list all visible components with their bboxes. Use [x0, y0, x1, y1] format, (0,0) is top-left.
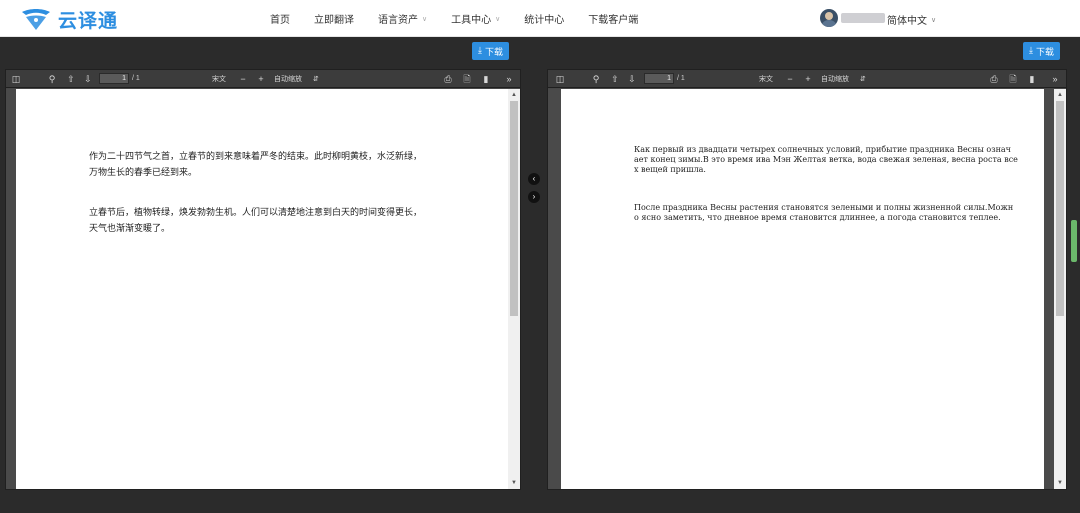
sidebar-toggle-icon[interactable]: ◫ — [10, 73, 22, 85]
save-icon[interactable]: 🗎 — [461, 73, 473, 85]
save-icon[interactable]: 🗎 — [1007, 73, 1019, 85]
text-line: 天气也渐渐变暖了。 — [89, 224, 171, 234]
nav-label: 统计中心 — [524, 15, 565, 26]
top-navbar: 云译通 首页 立即翻译 语言资产 ∨ 工具中心 ∨ 统计中心 下载客户端 简体中文 … — [0, 0, 1080, 37]
document-area: 作为二十四节气之首，立春节的到来意味着严冬的结束。此时柳明黄枝，水泛新绿， 万物… — [6, 89, 508, 489]
username-redacted — [841, 13, 885, 23]
scroll-thumb[interactable] — [1056, 101, 1064, 316]
nav-label: 工具中心 — [451, 15, 492, 26]
chevron-right-icon[interactable]: › — [528, 191, 540, 203]
download-button[interactable]: ⤓ 下载 — [1023, 42, 1060, 60]
text-line: Как первый из двадцати четырех солнечных… — [634, 145, 1011, 154]
text-line: х вещей пришла. — [634, 165, 706, 174]
zoom-caret-icon: ⇵ — [860, 75, 866, 83]
chevron-down-icon: ∨ — [422, 14, 428, 23]
download-label: 下载 — [1035, 47, 1054, 58]
paragraph: После праздника Весны растения становятс… — [634, 203, 1013, 223]
language-label: 简体中文 — [887, 16, 927, 27]
chevron-down-icon: ∨ — [495, 14, 501, 23]
zoom-select[interactable]: 自动缩放 — [274, 73, 302, 85]
scroll-up-icon[interactable]: ▲ — [1054, 89, 1066, 101]
translated-document-panel: ⤓ 下载 ◫ ⚲ ⇧ ⇩ 1 / 1 宋文 − + 自动缩放 ⇵ ⎙ 🗎 ▮ »… — [546, 37, 1080, 490]
main-nav: 首页 立即翻译 语言资产 ∨ 工具中心 ∨ 统计中心 下载客户端 — [270, 0, 662, 37]
scroll-down-icon[interactable]: ▼ — [1054, 477, 1066, 489]
search-icon[interactable]: ⚲ — [46, 73, 58, 85]
nav-item-tool-center[interactable]: 工具中心 ∨ — [451, 11, 501, 27]
plus-icon[interactable]: + — [802, 73, 814, 85]
bookmark-icon[interactable]: ▮ — [480, 73, 492, 85]
chevron-down-icon: ∨ — [931, 15, 937, 24]
bottom-bar — [0, 490, 1080, 513]
chevron-left-icon[interactable]: ‹ — [528, 173, 540, 185]
logo-icon — [20, 6, 54, 32]
text-line: После праздника Весны растения становятс… — [634, 203, 1014, 212]
avatar[interactable] — [820, 9, 838, 27]
page-number-input[interactable]: 1 — [99, 73, 129, 84]
nav-label: 立即翻译 — [314, 15, 354, 26]
pdf-viewer: ◫ ⚲ ⇧ ⇩ 1 / 1 宋文 − + 自动缩放 ⇵ ⎙ 🗎 ▮ » 作为二十… — [5, 69, 521, 490]
paragraph: Как первый из двадцати четырех солнечных… — [634, 145, 1018, 175]
font-label[interactable]: 宋文 — [212, 73, 226, 85]
minus-icon[interactable]: − — [237, 73, 249, 85]
side-handle[interactable] — [1071, 220, 1077, 262]
nav-item-statistics[interactable]: 统计中心 — [524, 11, 564, 26]
paragraph: 立春节后，植物转绿，焕发勃勃生机。人们可以清楚地注意到白天的时间变得更长， 天气… — [89, 205, 422, 237]
download-label: 下载 — [484, 47, 503, 58]
nav-item-home[interactable]: 首页 — [270, 11, 290, 26]
nav-item-download-client[interactable]: 下载客户端 — [588, 11, 638, 26]
pdf-viewer: ◫ ⚲ ⇧ ⇩ 1 / 1 宋文 − + 自动缩放 ⇵ ⎙ 🗎 ▮ » Как … — [547, 69, 1067, 490]
zoom-select[interactable]: 自动缩放 — [821, 73, 849, 85]
print-icon[interactable]: ⎙ — [442, 73, 454, 85]
font-label[interactable]: 宋文 — [759, 73, 773, 85]
text-line: 立春节后，植物转绿，焕发勃勃生机。人们可以清楚地注意到白天的时间变得更长， — [89, 208, 423, 218]
download-button[interactable]: ⤓ 下载 — [472, 42, 509, 60]
vertical-scrollbar[interactable]: ▲ ▼ — [508, 89, 520, 489]
download-icon: ⤓ — [1029, 46, 1033, 56]
panel-divider: ‹ › — [522, 37, 546, 490]
sidebar-toggle-icon[interactable]: ◫ — [554, 73, 566, 85]
scroll-thumb[interactable] — [510, 101, 518, 316]
nav-label: 语言资产 — [378, 15, 418, 26]
plus-icon[interactable]: + — [255, 73, 267, 85]
print-icon[interactable]: ⎙ — [988, 73, 1000, 85]
language-selector[interactable]: 简体中文 ∨ — [887, 12, 937, 28]
arrow-up-icon[interactable]: ⇧ — [609, 73, 621, 85]
source-document-panel: ⤓ 下载 ◫ ⚲ ⇧ ⇩ 1 / 1 宋文 − + 自动缩放 ⇵ ⎙ 🗎 ▮ »… — [0, 37, 522, 490]
pdf-toolbar: ◫ ⚲ ⇧ ⇩ 1 / 1 宋文 − + 自动缩放 ⇵ ⎙ 🗎 ▮ » — [548, 70, 1066, 88]
nav-label: 下载客户端 — [588, 15, 639, 26]
text-line: 万物生长的春季已经到来。 — [89, 168, 198, 178]
text-line: о ясно заметить, что дневное время стано… — [634, 213, 1001, 222]
text-line: 作为二十四节气之首，立春节的到来意味着严冬的结束。此时柳明黄枝，水泛新绿， — [89, 152, 423, 162]
page-number-input[interactable]: 1 — [644, 73, 674, 84]
scroll-down-icon[interactable]: ▼ — [508, 477, 520, 489]
nav-item-translate[interactable]: 立即翻译 — [314, 11, 354, 26]
arrow-down-icon[interactable]: ⇩ — [82, 73, 94, 85]
arrow-up-icon[interactable]: ⇧ — [65, 73, 77, 85]
vertical-scrollbar[interactable]: ▲ ▼ — [1054, 89, 1066, 489]
paragraph: 作为二十四节气之首，立春节的到来意味着严冬的结束。此时柳明黄枝，水泛新绿， 万物… — [89, 149, 422, 181]
user-menu[interactable] — [820, 9, 885, 27]
arrow-down-icon[interactable]: ⇩ — [626, 73, 638, 85]
page-total: / 1 — [132, 75, 140, 82]
brand-logo[interactable]: 云译通 — [20, 5, 118, 33]
download-icon: ⤓ — [478, 46, 482, 56]
text-line: ает конец зимы.В это время ива Мэн Желта… — [634, 155, 1018, 164]
document-area: Как первый из двадцати четырех солнечных… — [548, 89, 1054, 489]
double-chevron-icon[interactable]: » — [1049, 73, 1061, 85]
minus-icon[interactable]: − — [784, 73, 796, 85]
scroll-up-icon[interactable]: ▲ — [508, 89, 520, 101]
pdf-toolbar: ◫ ⚲ ⇧ ⇩ 1 / 1 宋文 − + 自动缩放 ⇵ ⎙ 🗎 ▮ » — [6, 70, 520, 88]
bookmark-icon[interactable]: ▮ — [1026, 73, 1038, 85]
document-page: 作为二十四节气之首，立春节的到来意味着严冬的结束。此时柳明黄枝，水泛新绿， 万物… — [16, 89, 508, 489]
brand-name: 云译通 — [58, 9, 119, 32]
nav-item-language-assets[interactable]: 语言资产 ∨ — [378, 11, 428, 27]
double-chevron-icon[interactable]: » — [503, 73, 515, 85]
zoom-caret-icon: ⇵ — [313, 75, 319, 83]
document-page: Как первый из двадцати четырех солнечных… — [561, 89, 1044, 489]
page-total: / 1 — [677, 75, 685, 82]
search-icon[interactable]: ⚲ — [590, 73, 602, 85]
nav-label: 首页 — [270, 15, 290, 26]
